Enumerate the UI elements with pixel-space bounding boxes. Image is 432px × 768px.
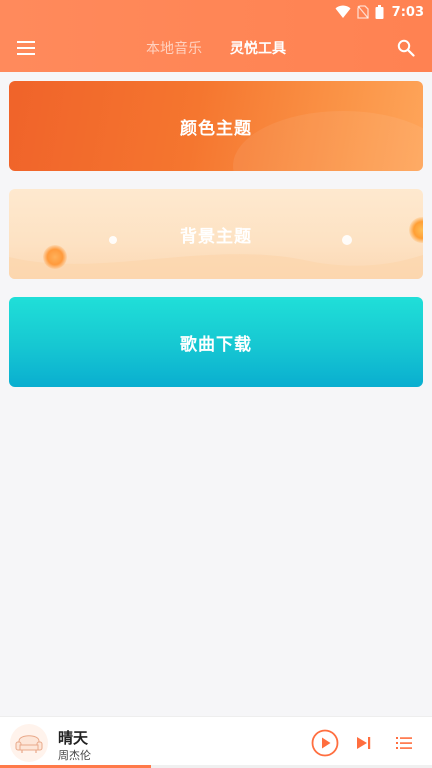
- tab-tools[interactable]: 灵悦工具: [230, 38, 286, 58]
- mini-player[interactable]: 晴天 周杰伦: [0, 716, 432, 768]
- album-art[interactable]: [10, 724, 48, 762]
- play-button[interactable]: [309, 727, 341, 759]
- sparkle-decoration: [109, 236, 117, 244]
- playlist-icon: [396, 737, 412, 749]
- battery-icon: [375, 5, 384, 19]
- search-button[interactable]: [390, 32, 422, 64]
- background-theme-card[interactable]: 背景主题: [9, 189, 423, 279]
- toolbar: 本地音乐 灵悦工具: [0, 24, 432, 72]
- song-download-label: 歌曲下载: [180, 334, 252, 355]
- skip-next-icon: [357, 737, 371, 749]
- tab-bar: 本地音乐 灵悦工具: [0, 24, 432, 72]
- status-bar: 7:03: [0, 0, 432, 24]
- song-download-card[interactable]: 歌曲下载: [9, 297, 423, 387]
- tab-local-music[interactable]: 本地音乐: [146, 38, 202, 58]
- play-icon: [311, 729, 339, 757]
- sparkle-decoration: [342, 235, 352, 245]
- playlist-button[interactable]: [388, 727, 420, 759]
- color-theme-card[interactable]: 颜色主题: [9, 81, 423, 171]
- song-artist: 周杰伦: [58, 749, 91, 762]
- app-header: 7:03 本地音乐 灵悦工具: [0, 0, 432, 72]
- color-theme-label: 颜色主题: [180, 118, 252, 139]
- orange-glow-decoration: [43, 245, 67, 269]
- status-time: 7:03: [391, 4, 424, 20]
- next-button[interactable]: [348, 727, 380, 759]
- search-icon: [397, 39, 415, 57]
- wifi-icon: [335, 5, 351, 19]
- sofa-icon: [15, 735, 43, 753]
- no-sim-icon: [357, 5, 369, 19]
- song-title: 晴天: [58, 729, 89, 747]
- background-theme-label: 背景主题: [180, 226, 252, 247]
